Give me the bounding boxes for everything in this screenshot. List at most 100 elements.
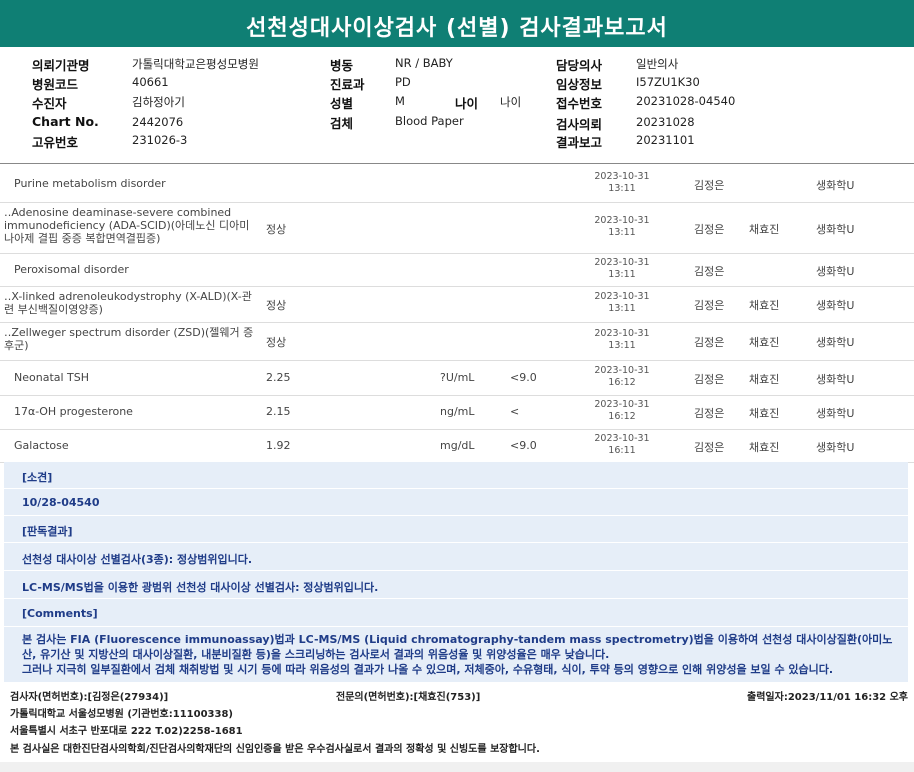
reference-range: < <box>510 405 520 418</box>
tester-name: 김정은 <box>694 440 725 454</box>
table-row: ‥Adenosine deaminase-severe combined imm… <box>0 202 914 254</box>
department: 생화학U <box>816 336 855 349</box>
header-label: 검사의뢰 <box>556 117 603 132</box>
table-row: 17α-OH progesterone 2.15 ng/mL <2023-10-31 1… <box>0 395 914 430</box>
header-label: 검체 <box>330 116 354 131</box>
department: 생화학U <box>816 264 855 278</box>
test-name: Galactose <box>14 438 69 452</box>
test-name: Peroxisomal disorder <box>14 262 129 276</box>
header-label: 임상정보 <box>556 77 603 92</box>
judgement-text: LC-MS/MS법을 이용한 광범위 선천성 대사이상 선별검사: 정상범위입니… <box>22 581 379 594</box>
opinion-value-row: 10/28-04540 <box>4 489 908 516</box>
header-value: NR / BABY <box>395 56 453 70</box>
header-value: 일반의사 <box>636 57 679 71</box>
header-value: 가톨릭대학교은평성모병원 <box>132 57 259 71</box>
result-value: 1.92 <box>266 438 291 452</box>
header-value: PD <box>395 75 411 89</box>
header-value: 20231028-04540 <box>636 94 736 108</box>
result-time: 16:12 <box>608 376 636 388</box>
header-label: 고유번호 <box>32 135 79 150</box>
test-name: ‥Zellweger spectrum disorder (ZSD)(젤웨거 증… <box>4 326 254 352</box>
tester-name: 김정은 <box>694 407 725 420</box>
report-header: 의뢰기관명 가톨릭대학교은평성모병원 병원코드 40661 수진자 김하정아기 … <box>0 47 914 164</box>
judgement-row-2: LC-MS/MS법을 이용한 광범위 선천성 대사이상 선별검사: 정상범위입니… <box>4 572 908 599</box>
judgement-label: [판독결과] <box>22 525 73 538</box>
reviewer-name: 채효진 <box>749 407 780 420</box>
table-row: Neonatal TSH 2.25 ?U/mL <9.0 2023-10-31 16:12… <box>0 360 914 396</box>
result-time: 13:11 <box>608 268 636 280</box>
header-label: 진료과 <box>330 77 365 92</box>
reviewer-name: 채효진 <box>749 440 780 454</box>
header-label: 수진자 <box>32 96 67 111</box>
result-date: 2023-10-31 <box>594 399 650 410</box>
opinion-value: 10/28-04540 <box>22 496 100 509</box>
header-value: Blood Paper <box>395 114 464 128</box>
result-time: 13:11 <box>608 226 636 238</box>
tester-name: 김정은 <box>694 264 725 278</box>
test-name: ‥X-linked adrenoleukodystrophy (X-ALD)(X… <box>4 290 252 316</box>
result-date: 2023-10-31 <box>594 432 650 444</box>
header-value: 김하정아기 <box>132 95 185 109</box>
opinion-label-row: [소견] <box>4 462 908 489</box>
result-date: 2023-10-31 <box>594 364 650 376</box>
department: 생화학U <box>816 407 855 420</box>
reviewer-name: 채효진 <box>749 372 780 386</box>
footer-tester: 검사자(면허번호):[김정은(27934)] <box>10 692 169 703</box>
header-value: 20231101 <box>636 133 695 147</box>
department: 생화학U <box>816 299 855 312</box>
department: 생화학U <box>816 440 855 454</box>
footer-org: 가톨릭대학교 서울성모병원 (기관번호:11100338) <box>10 709 233 720</box>
test-name: Neonatal TSH <box>14 370 90 384</box>
result-value: 정상 <box>266 222 287 236</box>
header-value: I57ZU1K30 <box>636 75 700 89</box>
header-value: 2442076 <box>132 115 184 129</box>
header-label: 나이 <box>455 96 479 111</box>
result-time: 16:12 <box>608 411 636 422</box>
result-date: 2023-10-31 <box>594 214 650 226</box>
judgement-row-1: 선천성 대사이상 선별검사(3종): 정상범위입니다. <box>4 544 908 571</box>
result-date: 2023-10-31 <box>594 256 650 268</box>
tester-name: 김정은 <box>694 179 725 192</box>
test-name: 17α-OH progesterone <box>14 405 133 418</box>
comments-text: 본 검사는 FIA (Fluorescence immunoassay)법과 L… <box>22 633 893 676</box>
table-row: ‥Zellweger spectrum disorder (ZSD)(젤웨거 증… <box>0 322 914 361</box>
header-value: M <box>395 94 405 108</box>
judgement-label-row: [판독결과] <box>4 516 908 543</box>
header-value: 40661 <box>132 75 169 89</box>
comments-label-row: [Comments] <box>4 600 908 627</box>
result-date: 2023-10-31 <box>594 328 650 339</box>
table-row: Peroxisomal disorder 2023-10-31 13:11 김정은 생화… <box>0 253 914 287</box>
department: 생화학U <box>816 372 855 386</box>
findings-section: [소견] 10/28-04540 [판독결과] 선천성 대사이상 선별검사(3종… <box>4 462 908 682</box>
header-label: 성별 <box>330 96 354 111</box>
report-title: 선천성대사이상검사 (선별) 검사결과보고서 <box>246 16 668 41</box>
result-value: 정상 <box>266 336 287 349</box>
header-value: 231026-3 <box>132 133 188 147</box>
opinion-label: [소견] <box>22 471 53 484</box>
department: 생화학U <box>816 179 855 192</box>
unit: ng/mL <box>440 405 475 418</box>
header-label: 의뢰기관명 <box>32 58 90 73</box>
judgement-text: 선천성 대사이상 선별검사(3종): 정상범위입니다. <box>22 553 253 566</box>
table-row: Galactose 1.92 mg/dL <9.0 2023-10-31 16:11 김정은… <box>0 429 914 463</box>
result-date: 2023-10-31 <box>594 291 650 302</box>
result-time: 13:11 <box>608 303 636 314</box>
test-name: Purine metabolism disorder <box>14 177 166 190</box>
tester-name: 김정은 <box>694 336 725 349</box>
footer-specialist: 전문의(면허번호):[채효진(753)] <box>336 692 481 703</box>
header-label: 담당의사 <box>556 58 603 73</box>
header-label: 병동 <box>330 58 354 73</box>
comments-row: 본 검사는 FIA (Fluorescence immunoassay)법과 L… <box>4 628 908 682</box>
title-bar: 선천성대사이상검사 (선별) 검사결과보고서 <box>0 0 914 47</box>
result-value: 2.15 <box>266 405 291 418</box>
result-date: 2023-10-31 <box>594 171 650 182</box>
reviewer-name: 채효진 <box>749 299 780 312</box>
table-row: ‥X-linked adrenoleukodystrophy (X-ALD)(X… <box>0 286 914 323</box>
footer-certification: 본 검사실은 대한진단검사의학회/진단검사의학재단의 신임인증을 받은 우수검사… <box>10 744 540 755</box>
table-row: Purine metabolism disorder 2023-10-31 13:1… <box>0 166 914 203</box>
reference-range: <9.0 <box>510 370 537 384</box>
result-time: 13:11 <box>608 183 636 194</box>
bottom-strip <box>0 762 914 772</box>
reference-range: <9.0 <box>510 438 537 452</box>
header-value: 나이 <box>500 95 522 109</box>
